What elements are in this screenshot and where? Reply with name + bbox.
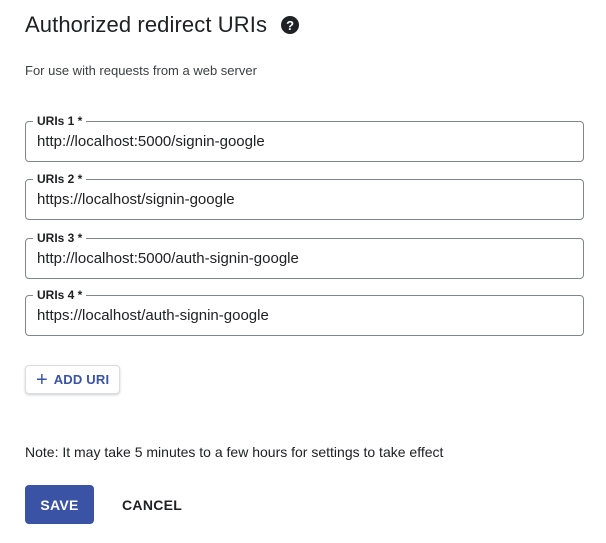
uri-field-2[interactable]: URIs 2 * (25, 171, 584, 220)
uri-field-3[interactable]: URIs 3 * (25, 230, 584, 279)
uri-input-2[interactable] (37, 180, 567, 219)
cancel-button[interactable]: CANCEL (112, 485, 192, 524)
section-header: Authorized redirect URIs ? (25, 12, 300, 38)
help-circle-icon[interactable]: ? (281, 16, 300, 34)
plus-icon: + (36, 368, 48, 391)
settings-note: Note: It may take 5 minutes to a few hou… (25, 444, 444, 460)
save-button[interactable]: SAVE (25, 485, 94, 524)
uri-input-1[interactable] (37, 122, 567, 161)
uri-field-1[interactable]: URIs 1 * (25, 113, 584, 162)
add-uri-label: ADD URI (53, 372, 110, 387)
page-title: Authorized redirect URIs (25, 12, 268, 37)
add-uri-button[interactable]: + ADD URI (25, 365, 121, 394)
section-subtitle: For use with requests from a web server (25, 63, 257, 78)
uri-input-3[interactable] (37, 239, 567, 278)
uri-input-4[interactable] (37, 296, 567, 335)
uri-field-4[interactable]: URIs 4 * (25, 287, 584, 336)
